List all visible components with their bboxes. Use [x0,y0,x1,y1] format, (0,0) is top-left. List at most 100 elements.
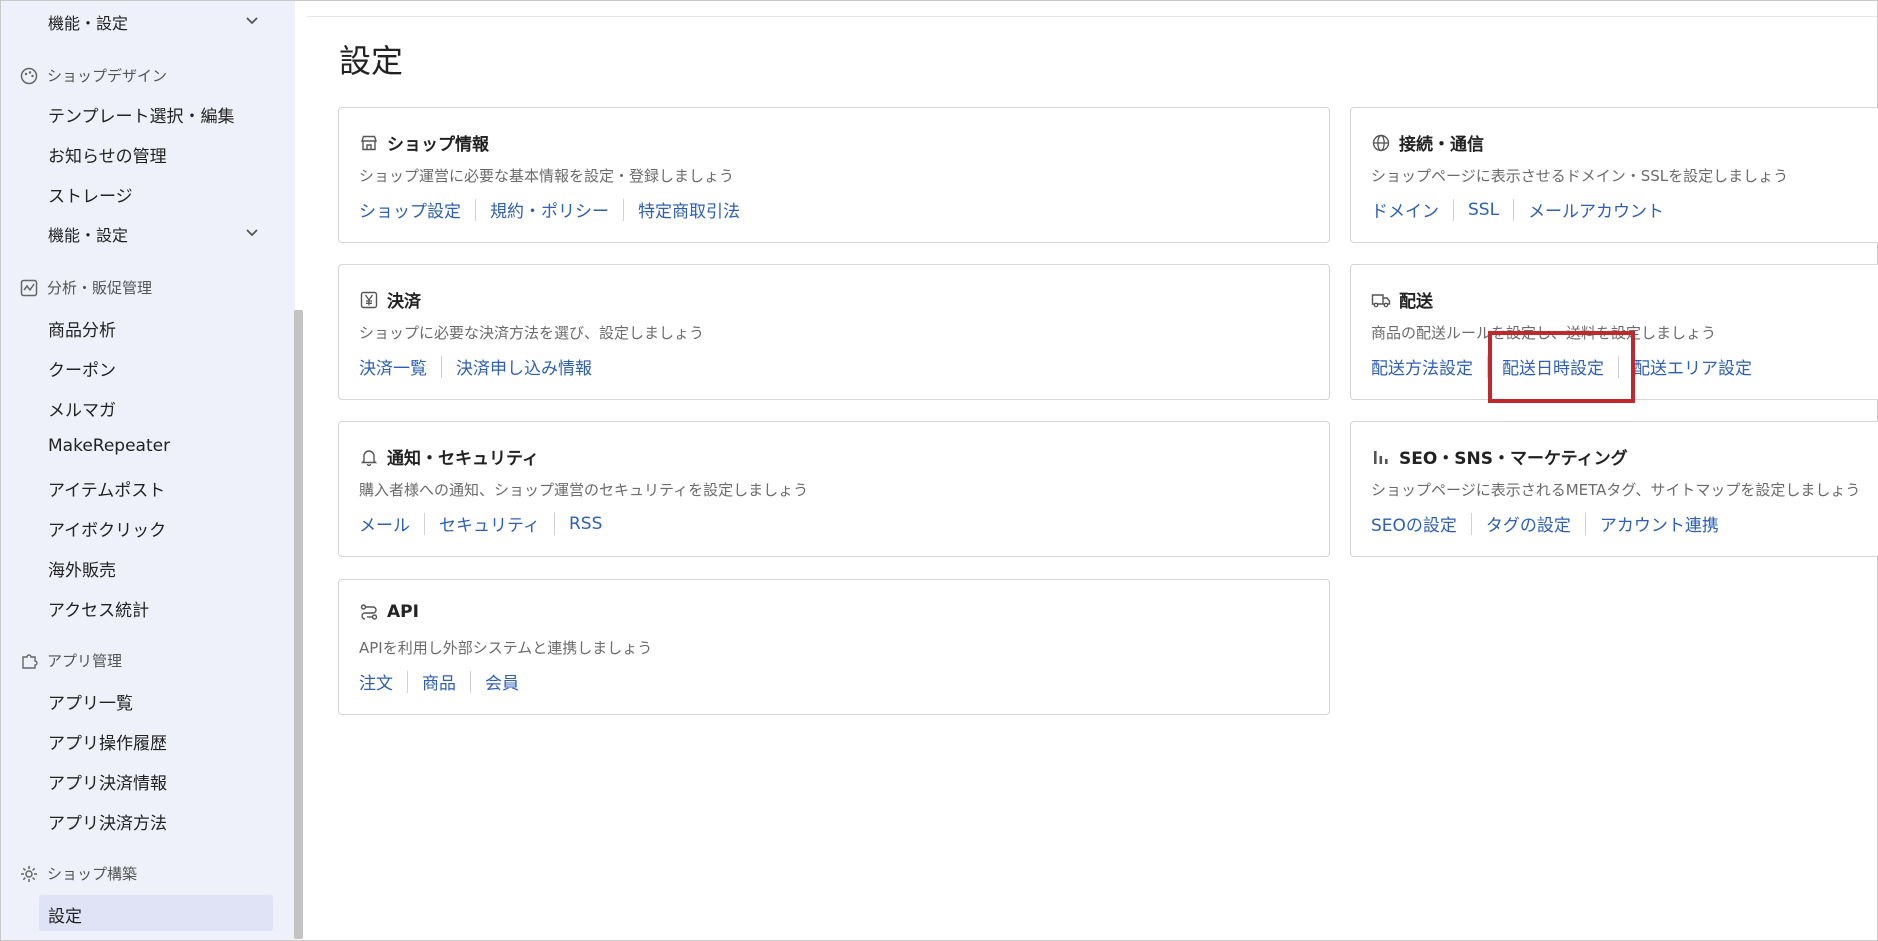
card-title: SEO・SNS・マーケティング [1399,449,1628,469]
card-header: 決済 [359,287,421,312]
bell-icon [360,449,378,466]
sidebar-item-settings[interactable]: 設定 [48,902,82,927]
sidebar-item-app-list[interactable]: アプリ一覧 [48,689,133,714]
link-ssl[interactable]: SSL [1468,200,1499,220]
sidebar-section-label: ショップ構築 [47,865,138,883]
puzzle-icon [22,653,38,669]
sidebar-item-mailmag[interactable]: メルマガ [48,396,116,421]
sidebar-section-label: 分析・販促管理 [47,279,153,297]
card-title: 通知・セキュリティ [387,449,539,469]
sidebar-section-label: アプリ管理 [47,652,123,670]
link-seo-settings[interactable]: SEOの設定 [1371,511,1457,536]
link-separator [623,198,624,221]
card-title: 決済 [387,292,421,312]
sidebar-item-aiboclick[interactable]: アイボクリック [48,516,166,541]
card-description: 購入者様への通知、ショップ運営のセキュリティを設定しましょう [359,481,809,499]
sidebar-item-overseas[interactable]: 海外販売 [48,556,116,581]
sidebar-item-app-payment-info[interactable]: アプリ決済情報 [48,769,167,794]
link-commerce-law[interactable]: 特定商取引法 [638,197,740,222]
link-payment-list[interactable]: 決済一覧 [359,354,427,379]
card-header: 接続・通信 [1371,130,1484,155]
sidebar-item-coupon[interactable]: クーポン [48,356,116,381]
card-seo-marketing: SEO・SNS・マーケティング ショップページに表示されるMETAタグ、サイトマ… [1350,421,1878,557]
card-links: ドメイン SSL メールアカウント [1371,197,1664,222]
link-mail-account[interactable]: メールアカウント [1528,197,1664,222]
card-header: API [359,602,419,622]
sidebar-scrollbar[interactable] [294,310,303,939]
globe-icon [1372,134,1390,151]
bar-chart-icon [1374,450,1388,464]
chevron-down-icon[interactable] [245,14,259,28]
palette-icon [20,67,38,84]
card-links: 決済一覧 決済申し込み情報 [359,354,592,379]
sidebar-item-template[interactable]: テンプレート選択・編集 [48,102,235,127]
divider [307,16,1877,17]
sidebar-section-apps: アプリ管理 [19,650,122,671]
sidebar-section-shop-design: ショップデザイン [19,65,167,86]
link-security[interactable]: セキュリティ [439,511,540,536]
truck-icon [1371,293,1391,307]
sidebar-item-features-top[interactable]: 機能・設定 [48,10,128,34]
link-account-link[interactable]: アカウント連携 [1600,511,1719,536]
link-orders[interactable]: 注文 [359,669,393,694]
link-tag-settings[interactable]: タグの設定 [1486,511,1571,536]
sidebar-item-features[interactable]: 機能・設定 [48,222,128,246]
card-description: ショップページに表示させるドメイン・SSLを設定しましょう [1371,167,1789,185]
link-products[interactable]: 商品 [422,669,456,694]
sidebar-section-analysis: 分析・販促管理 [19,277,152,298]
card-shop-info: ショップ情報 ショップ運営に必要な基本情報を設定・登録しましょう ショップ設定 … [338,107,1330,243]
link-domain[interactable]: ドメイン [1371,197,1439,222]
card-links: メール セキュリティ RSS [359,511,602,536]
link-separator [424,512,425,535]
sidebar-item-storage[interactable]: ストレージ [48,182,133,207]
card-links: ショップ設定 規約・ポリシー 特定商取引法 [359,197,740,222]
link-separator [1470,512,1472,535]
card-header: ショップ情報 [359,130,489,155]
sidebar-item-product-analysis[interactable]: 商品分析 [48,316,116,341]
card-connection: 接続・通信 ショップページに表示させるドメイン・SSLを設定しましょう ドメイン… [1350,107,1878,243]
card-header: 配送 [1371,287,1433,312]
link-separator [1453,198,1454,221]
card-notification-security: 通知・セキュリティ 購入者様への通知、ショップ運営のセキュリティを設定しましょう… [338,421,1330,557]
gear-icon [21,865,37,882]
link-separator [475,198,476,221]
link-delivery-area[interactable]: 配送エリア設定 [1633,354,1752,379]
card-payment: 決済 ショップに必要な決済方法を選び、設定しましょう 決済一覧 決済申し込み情報 [338,264,1330,400]
link-terms-policy[interactable]: 規約・ポリシー [490,197,609,222]
sidebar-section-label: ショップデザイン [47,67,168,85]
sidebar-item-access-stats[interactable]: アクセス統計 [48,596,149,621]
card-description: APIを利用し外部システムと連携しましょう [359,639,653,657]
chart-icon [20,279,38,296]
storefront-icon [361,135,377,150]
card-description: ショップに必要な決済方法を選び、設定しましょう [359,324,705,342]
card-links: SEOの設定 タグの設定 アカウント連携 [1371,511,1719,536]
link-separator [441,355,442,378]
sidebar-item-app-payment-method[interactable]: アプリ決済方法 [48,809,167,834]
link-shop-settings[interactable]: ショップ設定 [359,197,461,222]
sidebar-item-notice[interactable]: お知らせの管理 [48,142,167,167]
link-separator [1584,512,1586,535]
card-description: ショップ運営に必要な基本情報を設定・登録しましょう [359,167,735,185]
link-separator [553,512,555,535]
link-mail[interactable]: メール [359,511,410,536]
chevron-down-icon[interactable] [245,226,259,240]
link-delivery-method[interactable]: 配送方法設定 [1371,354,1473,379]
link-members[interactable]: 会員 [485,669,519,694]
link-separator [407,670,408,693]
card-title: 接続・通信 [1399,135,1484,155]
card-title: ショップ情報 [387,135,489,155]
link-separator [470,670,471,693]
link-payment-application[interactable]: 決済申し込み情報 [456,354,592,379]
sidebar-item-itempost[interactable]: アイテムポスト [48,476,165,501]
card-title: 配送 [1399,292,1433,312]
yen-icon [360,291,378,308]
link-rss[interactable]: RSS [569,514,602,534]
card-header: 通知・セキュリティ [359,444,539,469]
card-api: API APIを利用し外部システムと連携しましょう 注文 商品 会員 [338,579,1330,715]
page-title: 設定 [339,42,404,80]
sidebar-item-makerepeater[interactable]: MakeRepeater [48,436,170,456]
card-header: SEO・SNS・マーケティング [1371,444,1628,469]
card-title: API [387,602,419,622]
sidebar-item-app-history[interactable]: アプリ操作履歴 [48,729,167,754]
api-icon [360,604,378,620]
